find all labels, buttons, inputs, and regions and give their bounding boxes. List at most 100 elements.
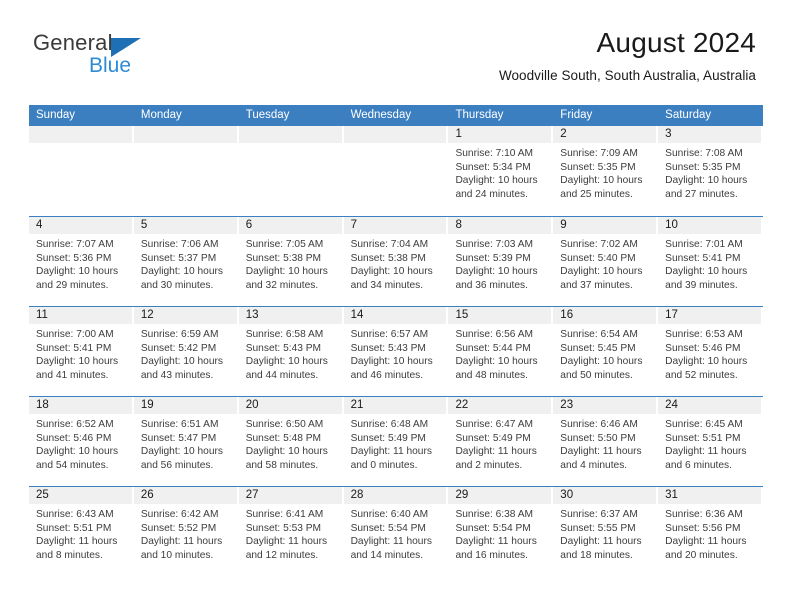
daylight-text-line1: Daylight: 11 hours [455,446,537,458]
daylight-text-line2: and 50 minutes. [560,369,633,381]
daylight-text-line1: Daylight: 11 hours [36,536,118,548]
day-cell[interactable]: 17 Sunrise: 6:53 AM Sunset: 5:46 PM Dayligh… [658,307,763,396]
daylight-text-line2: and 6 minutes. [665,459,732,471]
day-cell[interactable]: 15 Sunrise: 6:56 AM Sunset: 5:44 PM Dayligh… [448,307,553,396]
day-details: Sunrise: 6:47 AM Sunset: 5:49 PM Daylight:… [448,414,551,472]
sunset-text: Sunset: 5:47 PM [140,432,217,444]
day-number: 20 [238,397,342,414]
day-cell[interactable]: 25 Sunrise: 6:43 AM Sunset: 5:51 PM Dayligh… [29,487,134,576]
daylight-text-line2: and 20 minutes. [665,549,738,561]
day-cell-inner: 27 Sunrise: 6:41 AM Sunset: 5:53 PM Dayligh… [238,487,342,576]
day-cell[interactable]: 18 Sunrise: 6:52 AM Sunset: 5:46 PM Dayligh… [29,397,134,486]
sunset-text: Sunset: 5:52 PM [140,522,217,534]
daylight-text-line1: Daylight: 10 hours [665,356,748,368]
day-cell[interactable]: 5 Sunrise: 7:06 AM Sunset: 5:37 PM Daylight… [133,217,239,306]
day-details: Sunrise: 6:58 AM Sunset: 5:43 PM Daylight:… [239,324,342,382]
day-cell[interactable]: 13 Sunrise: 6:58 AM Sunset: 5:43 PM Dayligh… [238,307,344,396]
day-details: Sunrise: 7:04 AM Sunset: 5:38 PM Daylight:… [344,234,447,292]
calendar-week-row: 11 Sunrise: 7:00 AM Sunset: 5:41 PM Dayligh… [29,306,763,396]
day-cell[interactable]: 6 Sunrise: 7:05 AM Sunset: 5:38 PM Daylight… [238,217,344,306]
day-number: 10 [658,217,762,234]
daylight-text-line2: and 16 minutes. [455,549,528,561]
day-details: Sunrise: 6:59 AM Sunset: 5:42 PM Daylight:… [134,324,237,382]
day-cell-inner: 16 Sunrise: 6:54 AM Sunset: 5:45 PM Dayligh… [553,307,657,396]
day-cell[interactable]: 7 Sunrise: 7:04 AM Sunset: 5:38 PM Daylight… [343,217,449,306]
daylight-text-line1: Daylight: 10 hours [350,266,433,278]
day-cell[interactable]: 11 Sunrise: 7:00 AM Sunset: 5:41 PM Dayligh… [29,307,134,396]
daylight-text-line2: and 39 minutes. [665,279,738,291]
day-details: Sunrise: 6:57 AM Sunset: 5:43 PM Daylight:… [344,324,447,382]
daylight-text-line2: and 44 minutes. [245,369,319,381]
brand-name-general: General [33,30,113,55]
day-cell-inner: 29 Sunrise: 6:38 AM Sunset: 5:54 PM Dayligh… [448,487,552,576]
day-number: 22 [448,397,552,414]
day-cell[interactable]: 16 Sunrise: 6:54 AM Sunset: 5:45 PM Dayligh… [553,307,658,396]
day-number: 13 [238,307,342,324]
day-cell-inner: 17 Sunrise: 6:53 AM Sunset: 5:46 PM Dayligh… [658,307,762,396]
day-number: 5 [133,217,237,234]
sunrise-text: Sunrise: 7:08 AM [665,148,743,159]
calendar-page: General Blue August 2024 Woodville South… [0,0,792,612]
sunrise-text: Sunrise: 6:42 AM [140,509,219,520]
day-cell-empty [133,126,239,216]
sunset-text: Sunset: 5:46 PM [36,432,112,444]
day-cell-inner [133,126,237,216]
location-subtitle: Woodville South, South Australia, Austra… [498,68,756,83]
sunset-text: Sunset: 5:43 PM [245,342,322,354]
daylight-text-line1: Daylight: 10 hours [140,266,223,278]
day-cell[interactable]: 8 Sunrise: 7:03 AM Sunset: 5:39 PM Daylight… [448,217,553,306]
calendar-week-row: 4 Sunrise: 7:07 AM Sunset: 5:36 PM Daylight… [29,216,763,306]
day-cell[interactable]: 2 Sunrise: 7:09 AM Sunset: 5:35 PM Daylight… [553,126,658,216]
day-cell[interactable]: 10 Sunrise: 7:01 AM Sunset: 5:41 PM Dayligh… [658,217,763,306]
weekday-header-row: Sunday Monday Tuesday Wednesday Thursday… [29,105,763,126]
sunset-text: Sunset: 5:37 PM [140,252,217,264]
daylight-text-line1: Daylight: 10 hours [36,356,119,368]
day-cell[interactable]: 26 Sunrise: 6:42 AM Sunset: 5:52 PM Dayligh… [133,487,239,576]
day-cell[interactable]: 4 Sunrise: 7:07 AM Sunset: 5:36 PM Daylight… [29,217,134,306]
weekday-header-thursday: Thursday [455,109,504,121]
day-cell-inner: 3 Sunrise: 7:08 AM Sunset: 5:35 PM Daylight… [658,126,762,216]
day-cell-inner: 15 Sunrise: 6:56 AM Sunset: 5:44 PM Dayligh… [448,307,552,396]
day-cell[interactable]: 14 Sunrise: 6:57 AM Sunset: 5:43 PM Dayligh… [343,307,449,396]
day-cell-inner: 4 Sunrise: 7:07 AM Sunset: 5:36 PM Daylight… [29,217,132,306]
day-cell[interactable]: 31 Sunrise: 6:36 AM Sunset: 5:56 PM Dayligh… [658,487,763,576]
day-cell[interactable]: 23 Sunrise: 6:46 AM Sunset: 5:50 PM Dayligh… [553,397,658,486]
day-cell-inner: 25 Sunrise: 6:43 AM Sunset: 5:51 PM Dayligh… [29,487,132,576]
day-cell-inner: 10 Sunrise: 7:01 AM Sunset: 5:41 PM Dayligh… [658,217,762,306]
sunset-text: Sunset: 5:46 PM [665,342,741,354]
day-cell-inner: 14 Sunrise: 6:57 AM Sunset: 5:43 PM Dayligh… [343,307,447,396]
daylight-text-line1: Daylight: 11 hours [350,446,432,458]
sunset-text: Sunset: 5:50 PM [560,432,636,444]
day-cell[interactable]: 22 Sunrise: 6:47 AM Sunset: 5:49 PM Dayligh… [448,397,553,486]
day-cell[interactable]: 21 Sunrise: 6:48 AM Sunset: 5:49 PM Dayligh… [343,397,449,486]
day-cell[interactable]: 1 Sunrise: 7:10 AM Sunset: 5:34 PM Daylight… [448,126,553,216]
day-cell[interactable]: 19 Sunrise: 6:51 AM Sunset: 5:47 PM Dayligh… [133,397,239,486]
day-details: Sunrise: 6:45 AM Sunset: 5:51 PM Daylight:… [658,414,761,472]
day-cell-inner: 11 Sunrise: 7:00 AM Sunset: 5:41 PM Dayligh… [29,307,132,396]
day-cell-inner: 18 Sunrise: 6:52 AM Sunset: 5:46 PM Dayligh… [29,397,132,486]
day-cell-empty [238,126,344,216]
daylight-text-line2: and 46 minutes. [350,369,424,381]
sunrise-text: Sunrise: 6:51 AM [140,419,219,430]
day-details: Sunrise: 6:37 AM Sunset: 5:55 PM Daylight:… [553,504,656,562]
day-cell[interactable]: 3 Sunrise: 7:08 AM Sunset: 5:35 PM Daylight… [658,126,763,216]
sunset-text: Sunset: 5:48 PM [245,432,322,444]
sunset-text: Sunset: 5:51 PM [665,432,741,444]
day-cell[interactable]: 9 Sunrise: 7:02 AM Sunset: 5:40 PM Daylight… [553,217,658,306]
day-cell[interactable]: 24 Sunrise: 6:45 AM Sunset: 5:51 PM Dayligh… [658,397,763,486]
day-cell-inner: 8 Sunrise: 7:03 AM Sunset: 5:39 PM Daylight… [448,217,552,306]
calendar-grid: Sunday Monday Tuesday Wednesday Thursday… [29,105,763,576]
day-cell[interactable]: 27 Sunrise: 6:41 AM Sunset: 5:53 PM Dayligh… [238,487,344,576]
daylight-text-line2: and 27 minutes. [665,188,738,200]
daylight-text-line2: and 54 minutes. [36,459,109,471]
weekday-header-tuesday: Tuesday [245,109,290,121]
day-cell[interactable]: 30 Sunrise: 6:37 AM Sunset: 5:55 PM Dayligh… [553,487,658,576]
day-details: Sunrise: 7:09 AM Sunset: 5:35 PM Daylight:… [553,143,656,201]
day-cell[interactable]: 28 Sunrise: 6:40 AM Sunset: 5:54 PM Dayligh… [343,487,449,576]
day-cell[interactable]: 20 Sunrise: 6:50 AM Sunset: 5:48 PM Dayligh… [238,397,344,486]
day-cell[interactable]: 12 Sunrise: 6:59 AM Sunset: 5:42 PM Dayligh… [133,307,239,396]
sunrise-text: Sunrise: 7:03 AM [455,239,534,250]
day-cell[interactable]: 29 Sunrise: 6:38 AM Sunset: 5:54 PM Dayligh… [448,487,553,576]
daylight-text-line1: Daylight: 10 hours [455,175,538,187]
brand-logo[interactable]: General Blue [33,30,233,80]
